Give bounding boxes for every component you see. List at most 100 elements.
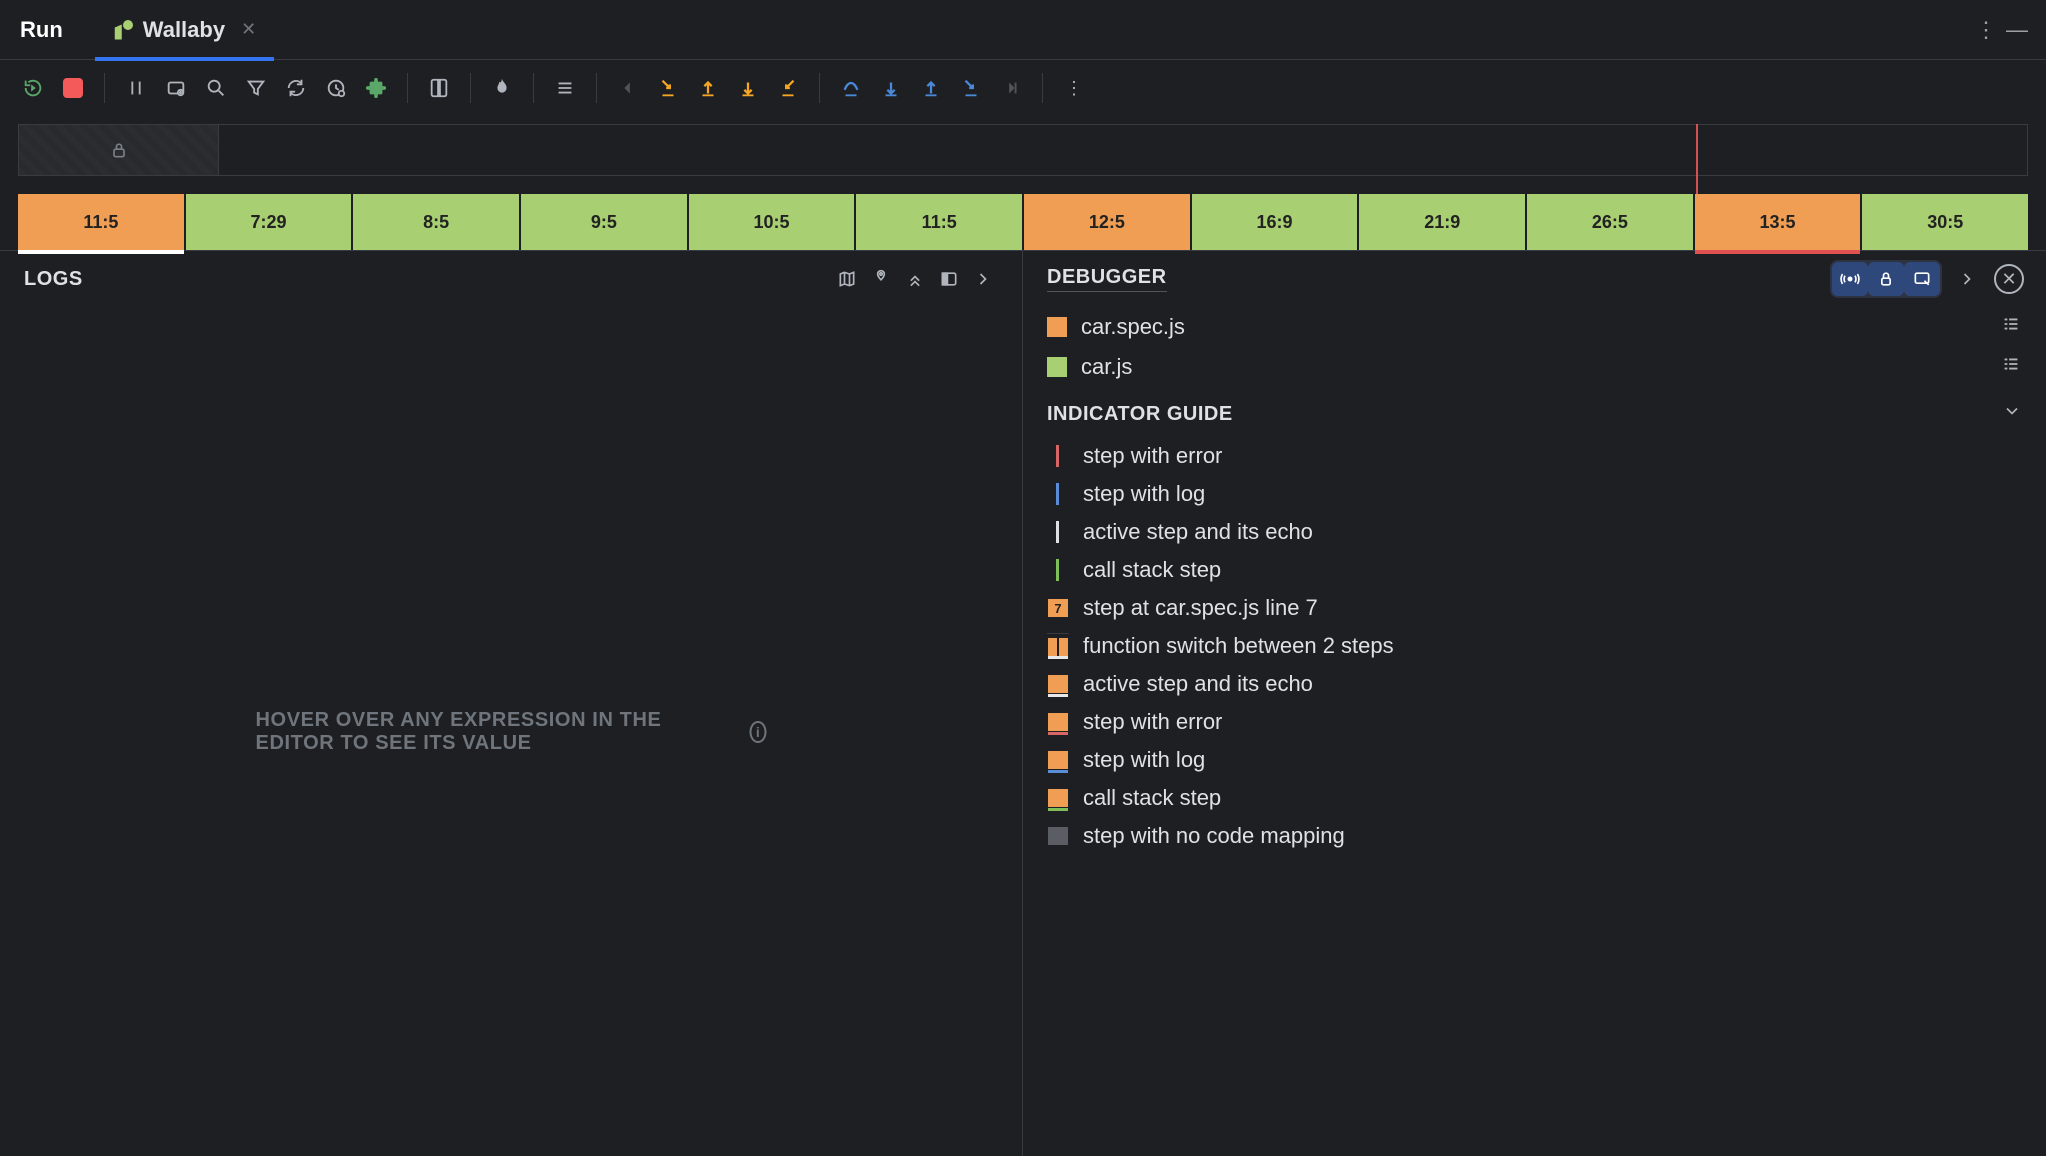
- lock-icon: [109, 140, 129, 160]
- timeline: 11:57:298:59:510:511:512:516:921:926:513…: [0, 116, 2046, 250]
- coverage-button[interactable]: [317, 69, 355, 107]
- plugin-button[interactable]: [357, 69, 395, 107]
- timeline-step[interactable]: 13:5: [1695, 194, 1861, 250]
- debugger-mode-buttons: [1830, 260, 1942, 298]
- steps-track[interactable]: 11:57:298:59:510:511:512:516:921:926:513…: [18, 194, 2028, 250]
- timeline-step[interactable]: 10:5: [689, 194, 855, 250]
- indicator-label: step at car.spec.js line 7: [1083, 595, 1318, 621]
- step-back-disabled-icon: [609, 69, 647, 107]
- screen-mode-icon[interactable]: [1904, 262, 1940, 296]
- stop-button[interactable]: [54, 69, 92, 107]
- profile-button[interactable]: [483, 69, 521, 107]
- indicator-guide-row: step with error: [1023, 437, 2046, 475]
- menu-button[interactable]: [546, 69, 584, 107]
- indicator-label: call stack step: [1083, 785, 1221, 811]
- indicator-guide-row: 7 step at car.spec.js line 7: [1023, 589, 2046, 627]
- indicator-icon: [1047, 671, 1069, 697]
- step-down-blue-icon[interactable]: [872, 69, 910, 107]
- search-button[interactable]: [197, 69, 235, 107]
- file-color-icon: [1047, 357, 1067, 377]
- file-name: car.js: [1081, 354, 1132, 380]
- indicator-icon: [1047, 481, 1069, 507]
- step-into-blue-icon[interactable]: [952, 69, 990, 107]
- indicator-guide-title: INDICATOR GUIDE: [1047, 403, 1233, 426]
- indicator-label: active step and its echo: [1083, 671, 1313, 697]
- indicator-icon: [1047, 519, 1069, 545]
- rerun-button[interactable]: [14, 69, 52, 107]
- list-icon[interactable]: [2000, 313, 2022, 341]
- timeline-step[interactable]: 11:5: [18, 194, 184, 250]
- indicator-icon: [1047, 823, 1069, 849]
- step-up-icon[interactable]: [689, 69, 727, 107]
- file-name: car.spec.js: [1081, 314, 1185, 340]
- indicator-guide-row: step with log: [1023, 741, 2046, 779]
- step-down-icon[interactable]: [729, 69, 767, 107]
- list-icon[interactable]: [2000, 353, 2022, 381]
- toolbar: ⋮: [0, 60, 2046, 116]
- timeline-step[interactable]: 12:5: [1024, 194, 1190, 250]
- logs-panel: LOGS HOVER OVER ANY EXPRESSION IN THE ED…: [0, 251, 1023, 1156]
- debugger-file-row[interactable]: car.js: [1023, 347, 2046, 387]
- lock-segment: [19, 125, 219, 175]
- titlebar: Run Wallaby ✕ ⋮ —: [0, 0, 2046, 60]
- step-up-blue-icon[interactable]: [912, 69, 950, 107]
- indicator-label: call stack step: [1083, 557, 1221, 583]
- indicator-label: step with log: [1083, 481, 1205, 507]
- layout-icon[interactable]: [932, 262, 966, 296]
- guide-button[interactable]: [420, 69, 458, 107]
- indicator-guide-row: step with error: [1023, 703, 2046, 741]
- indicator-guide-row: active step and its echo: [1023, 665, 2046, 703]
- indicator-guide-row: active step and its echo: [1023, 513, 2046, 551]
- debugger-file-row[interactable]: car.spec.js: [1023, 307, 2046, 347]
- indicator-icon: [1047, 709, 1069, 735]
- map-icon[interactable]: [830, 262, 864, 296]
- timeline-step[interactable]: 9:5: [521, 194, 687, 250]
- step-over-up-blue-icon[interactable]: [832, 69, 870, 107]
- chevron-down-icon[interactable]: [2002, 401, 2022, 427]
- pause-button[interactable]: [117, 69, 155, 107]
- indicator-label: active step and its echo: [1083, 519, 1313, 545]
- indicator-guide-row: step with no code mapping: [1023, 817, 2046, 855]
- indicator-icon: 7: [1047, 595, 1069, 621]
- step-into-down-icon[interactable]: [649, 69, 687, 107]
- lock-mode-icon[interactable]: [1868, 262, 1904, 296]
- indicator-label: step with no code mapping: [1083, 823, 1345, 849]
- info-icon: i: [750, 721, 767, 743]
- timeline-step[interactable]: 8:5: [353, 194, 519, 250]
- chevron-right-icon[interactable]: [966, 262, 1000, 296]
- collapse-icon[interactable]: [898, 262, 932, 296]
- tab-wallaby[interactable]: Wallaby ✕: [95, 2, 274, 61]
- indicator-guide-row: call stack step: [1023, 779, 2046, 817]
- filter-button[interactable]: [237, 69, 275, 107]
- close-panel-icon[interactable]: ✕: [1994, 264, 2024, 294]
- indicator-guide-header[interactable]: INDICATOR GUIDE: [1023, 387, 2046, 437]
- broadcast-icon[interactable]: [1832, 262, 1868, 296]
- indicator-icon: [1047, 747, 1069, 773]
- timeline-step[interactable]: 30:5: [1862, 194, 2028, 250]
- overflow-icon[interactable]: ⋮: [1055, 69, 1093, 107]
- timeline-step[interactable]: 7:29: [186, 194, 352, 250]
- indicator-guide-row: call stack step: [1023, 551, 2046, 589]
- debugger-panel: DEBUGGER ✕ car.spec.js car.js INDICATOR GU…: [1023, 251, 2046, 1156]
- refresh-button[interactable]: [277, 69, 315, 107]
- wallaby-icon: [113, 20, 133, 40]
- lock-track[interactable]: [18, 124, 2028, 176]
- more-icon[interactable]: ⋮: [1972, 17, 2002, 43]
- step-out-up-icon[interactable]: [769, 69, 807, 107]
- logs-title: LOGS: [24, 268, 83, 291]
- timeline-step[interactable]: 21:9: [1359, 194, 1525, 250]
- timeline-step[interactable]: 16:9: [1192, 194, 1358, 250]
- minimize-icon[interactable]: —: [2002, 17, 2032, 43]
- debugger-title[interactable]: DEBUGGER: [1047, 266, 1167, 292]
- pin-icon[interactable]: [864, 262, 898, 296]
- file-color-icon: [1047, 317, 1067, 337]
- timeline-step[interactable]: 26:5: [1527, 194, 1693, 250]
- chevron-right-icon[interactable]: [1950, 262, 1984, 296]
- step-forward-disabled-icon: [992, 69, 1030, 107]
- close-icon[interactable]: ✕: [241, 19, 256, 40]
- indicator-guide-row: function switch between 2 steps: [1023, 627, 2046, 665]
- tab-label: Wallaby: [143, 17, 225, 43]
- timeline-step[interactable]: 11:5: [856, 194, 1022, 250]
- indicator-icon: [1047, 557, 1069, 583]
- screenshot-button[interactable]: [157, 69, 195, 107]
